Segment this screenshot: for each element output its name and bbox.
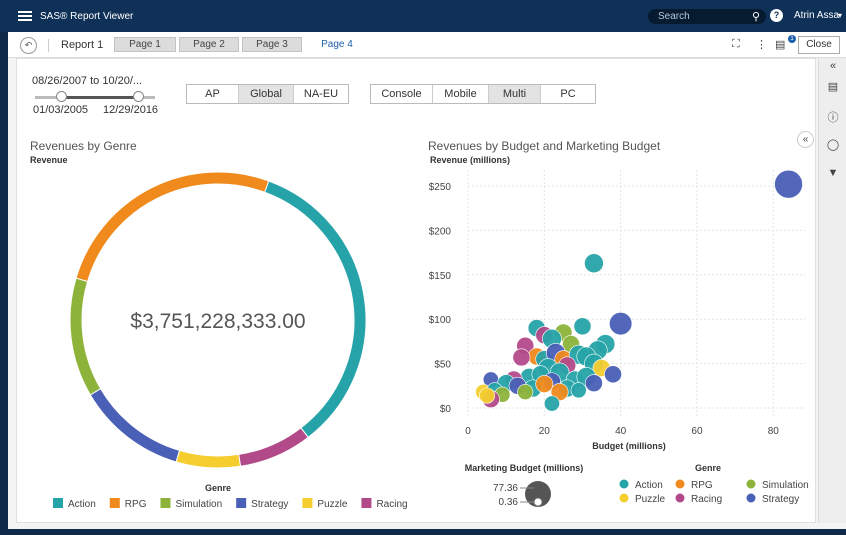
- donut-slice-puzzle[interactable]: [175, 449, 242, 469]
- legend-label-strategy: Strategy: [251, 499, 288, 510]
- donut-chart: $3,751,228,333.00 Genre Action RPG Simulatio…: [53, 171, 408, 510]
- legend-label-racing: Racing: [376, 499, 407, 510]
- legend-swatch-racing: [361, 498, 372, 508]
- legend-swatch-simulation: [160, 498, 171, 508]
- legend-label-action: Action: [68, 499, 96, 510]
- donut-slice-simulation[interactable]: [69, 277, 102, 396]
- legend-swatch-action: [53, 498, 63, 508]
- donut-slice-strategy[interactable]: [89, 388, 181, 463]
- donut-slice-rpg[interactable]: [75, 171, 270, 283]
- donut-center-value: $3,751,228,333.00: [130, 310, 305, 333]
- legend-swatch-rpg: [109, 498, 120, 508]
- legend-label-simulation: Simulation: [175, 499, 222, 510]
- donut-legend-title: Genre: [205, 483, 231, 493]
- donut-slice-racing[interactable]: [238, 427, 309, 467]
- legend-swatch-strategy: [236, 498, 247, 508]
- legend-label-rpg: RPG: [125, 499, 147, 510]
- legend-label-puzzle: Puzzle: [317, 499, 347, 510]
- legend-swatch-puzzle: [302, 498, 313, 508]
